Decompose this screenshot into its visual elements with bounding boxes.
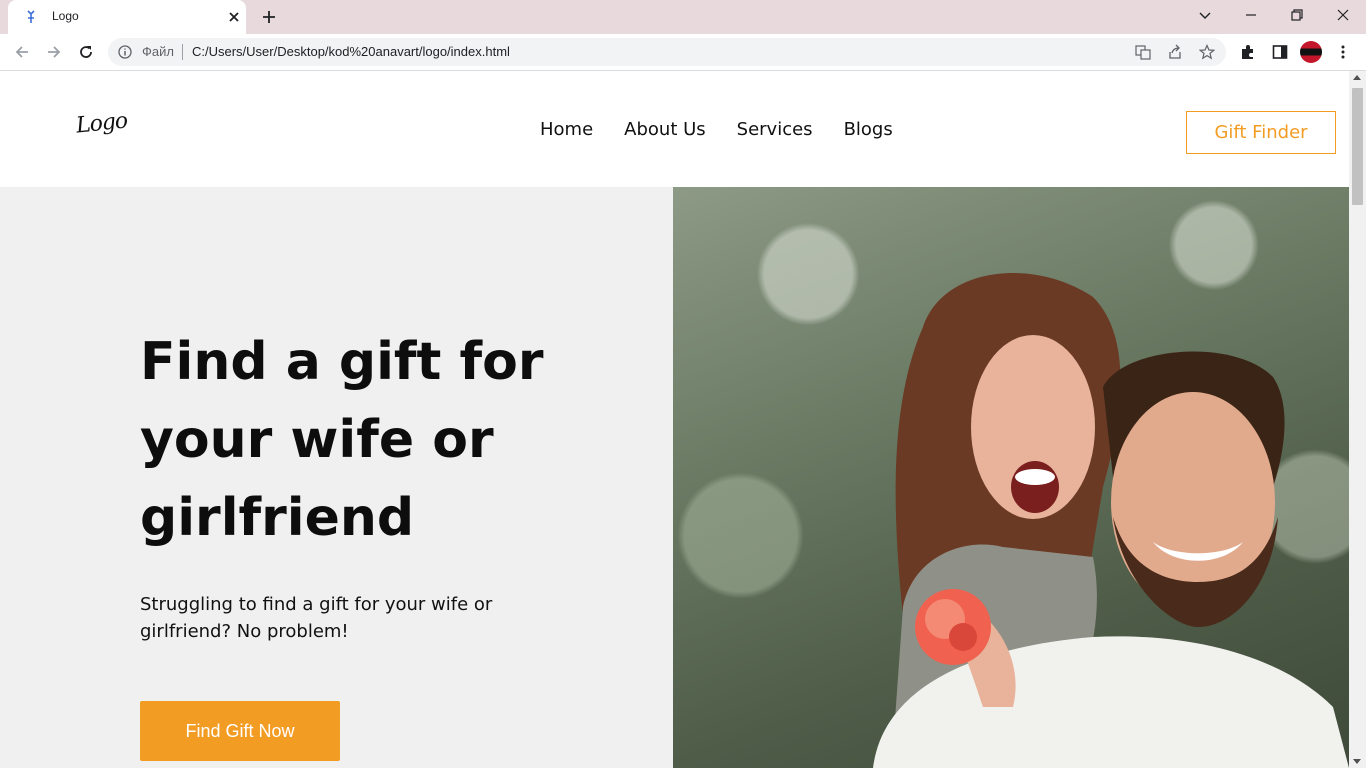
url-scheme-label: Файл	[142, 44, 174, 59]
hero-couple-photo	[673, 187, 1349, 768]
chevron-down-icon	[1199, 12, 1211, 19]
nav-link-about-us[interactable]: About Us	[624, 119, 706, 140]
side-panel-button[interactable]	[1270, 42, 1290, 62]
scroll-down-arrow-icon[interactable]	[1353, 759, 1361, 764]
browser-toolbar: Файл C:/Users/User/Desktop/kod%20anavart…	[0, 34, 1366, 71]
hero-section: Find a gift for your wife or girlfriend …	[0, 187, 673, 768]
site-logo[interactable]: Logo	[75, 108, 129, 138]
scroll-up-arrow-icon[interactable]	[1353, 75, 1361, 80]
main-nav: Home About Us Services Blogs	[540, 119, 893, 140]
url-text[interactable]: C:/Users/User/Desktop/kod%20anavart/logo…	[192, 44, 510, 59]
browser-tab[interactable]: Logo	[8, 0, 246, 34]
info-icon[interactable]	[118, 45, 132, 59]
scrollbar-thumb[interactable]	[1352, 88, 1363, 205]
minimize-button[interactable]	[1228, 0, 1274, 30]
close-icon	[1337, 9, 1349, 21]
plus-icon[interactable]	[260, 8, 278, 26]
nav-link-services[interactable]: Services	[737, 119, 813, 140]
find-gift-now-button[interactable]: Find Gift Now	[140, 701, 340, 761]
close-window-button[interactable]	[1320, 0, 1366, 30]
reload-icon	[80, 46, 92, 58]
side-panel-icon	[1272, 45, 1288, 59]
address-bar[interactable]: Файл C:/Users/User/Desktop/kod%20anavart…	[108, 38, 1226, 66]
forward-button[interactable]	[44, 42, 64, 62]
kebab-menu-icon	[1341, 45, 1345, 59]
back-button[interactable]	[12, 42, 32, 62]
star-icon[interactable]	[1199, 44, 1215, 60]
page-viewport: Logo Home About Us Services Blogs Gift F…	[0, 71, 1349, 768]
tab-title: Logo	[52, 9, 79, 23]
tab-search-button[interactable]	[1182, 0, 1228, 30]
nav-link-blogs[interactable]: Blogs	[844, 119, 893, 140]
puzzle-icon	[1242, 45, 1253, 59]
extensions-button[interactable]	[1238, 42, 1258, 62]
restore-icon	[1291, 9, 1303, 21]
share-icon[interactable]	[1167, 44, 1183, 60]
back-arrow-icon	[15, 46, 28, 58]
profile-avatar[interactable]	[1300, 41, 1322, 63]
hero-subtitle: Struggling to find a gift for your wife …	[140, 594, 493, 642]
close-icon[interactable]	[226, 9, 242, 25]
page-scrollbar[interactable]	[1349, 71, 1366, 768]
divider	[182, 44, 183, 60]
nav-link-home[interactable]: Home	[540, 119, 593, 140]
couple-illustration	[873, 273, 1349, 768]
hero-title: Find a gift for your wife or girlfriend	[140, 332, 544, 548]
browser-tab-strip: Logo	[0, 0, 1366, 34]
site-header: Logo Home About Us Services Blogs Gift F…	[0, 71, 1349, 187]
translate-icon[interactable]	[1135, 44, 1151, 60]
reload-button[interactable]	[76, 42, 96, 62]
minimize-icon	[1246, 14, 1256, 16]
restore-button[interactable]	[1274, 0, 1320, 30]
browser-menu-button[interactable]	[1333, 42, 1353, 62]
forward-arrow-icon	[48, 46, 61, 58]
gift-finder-button[interactable]: Gift Finder	[1186, 111, 1336, 154]
file-icon	[27, 10, 35, 23]
